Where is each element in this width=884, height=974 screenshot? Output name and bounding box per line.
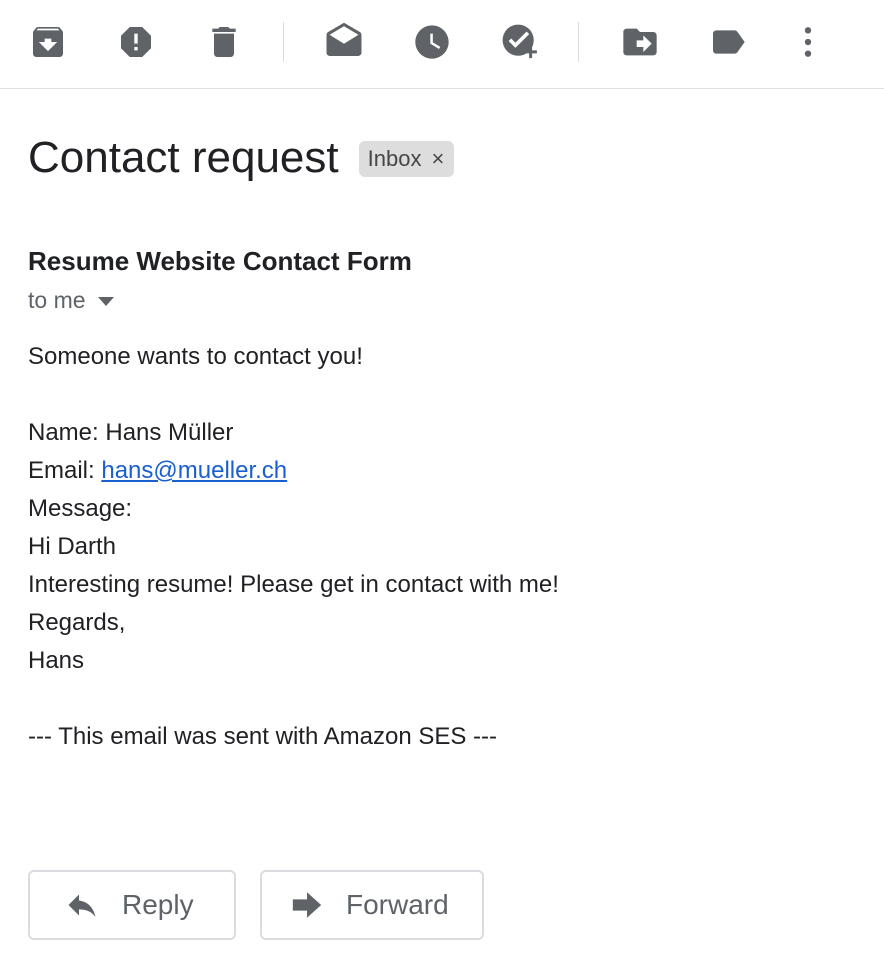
- add-to-tasks-icon: [502, 24, 537, 59]
- archive-button[interactable]: [26, 20, 70, 64]
- forward-button[interactable]: Forward: [260, 870, 484, 940]
- body-line: Hi Darth: [28, 533, 117, 560]
- remove-label-icon[interactable]: ×: [431, 148, 444, 170]
- body-line-email: Email: hans@mueller.ch: [28, 452, 559, 490]
- toolbar-divider: [578, 22, 579, 62]
- reply-label: Reply: [122, 889, 194, 920]
- toolbar-divider: [283, 22, 284, 62]
- body-line: Someone wants to contact you!: [28, 343, 363, 370]
- report-spam-button[interactable]: [114, 20, 158, 64]
- recipient-text: to me: [28, 287, 86, 313]
- label-chip-text: Inbox: [367, 146, 422, 171]
- snooze-icon: [415, 25, 449, 59]
- more-options-icon: [804, 27, 812, 57]
- labels-icon: [713, 30, 745, 54]
- inbox-label-chip[interactable]: Inbox ×: [358, 141, 455, 177]
- email-toolbar: [0, 0, 884, 89]
- snooze-button[interactable]: [410, 20, 454, 64]
- reply-icon: [64, 887, 100, 923]
- labels-button[interactable]: [706, 20, 750, 64]
- body-line: Name: Hans Müller: [28, 419, 234, 446]
- reply-button[interactable]: Reply: [28, 870, 236, 940]
- delete-button[interactable]: [202, 20, 246, 64]
- body-line: [28, 376, 559, 414]
- body-line: Message:: [28, 495, 133, 522]
- move-to-button[interactable]: [618, 20, 662, 64]
- report-spam-icon: [121, 27, 151, 57]
- mark-unread-icon: [326, 22, 362, 56]
- body-line: [28, 680, 559, 718]
- email-label: Email:: [28, 457, 102, 484]
- delete-icon: [212, 27, 236, 57]
- chevron-down-icon[interactable]: [97, 296, 114, 307]
- body-line: Interesting resume! Please get in contac…: [28, 571, 559, 598]
- body-line: Hans: [28, 647, 85, 674]
- mark-unread-button[interactable]: [322, 20, 366, 64]
- forward-label: Forward: [346, 889, 449, 920]
- move-to-icon: [623, 28, 657, 56]
- body-line: Regards,: [28, 609, 126, 636]
- email-body: Someone wants to contact you! Name: Hans…: [28, 338, 559, 756]
- sender-name: Resume Website Contact Form: [28, 246, 412, 276]
- archive-icon: [33, 27, 63, 57]
- forward-icon: [290, 888, 324, 922]
- body-line: --- This email was sent with Amazon SES …: [28, 723, 498, 750]
- subject-row: Contact request Inbox ×: [28, 130, 455, 186]
- email-subject: Contact request: [28, 133, 339, 182]
- recipient-row[interactable]: to me: [28, 287, 114, 314]
- email-link[interactable]: hans@mueller.ch: [101, 457, 287, 484]
- add-to-tasks-button[interactable]: [498, 20, 542, 64]
- more-options-button[interactable]: [786, 20, 830, 64]
